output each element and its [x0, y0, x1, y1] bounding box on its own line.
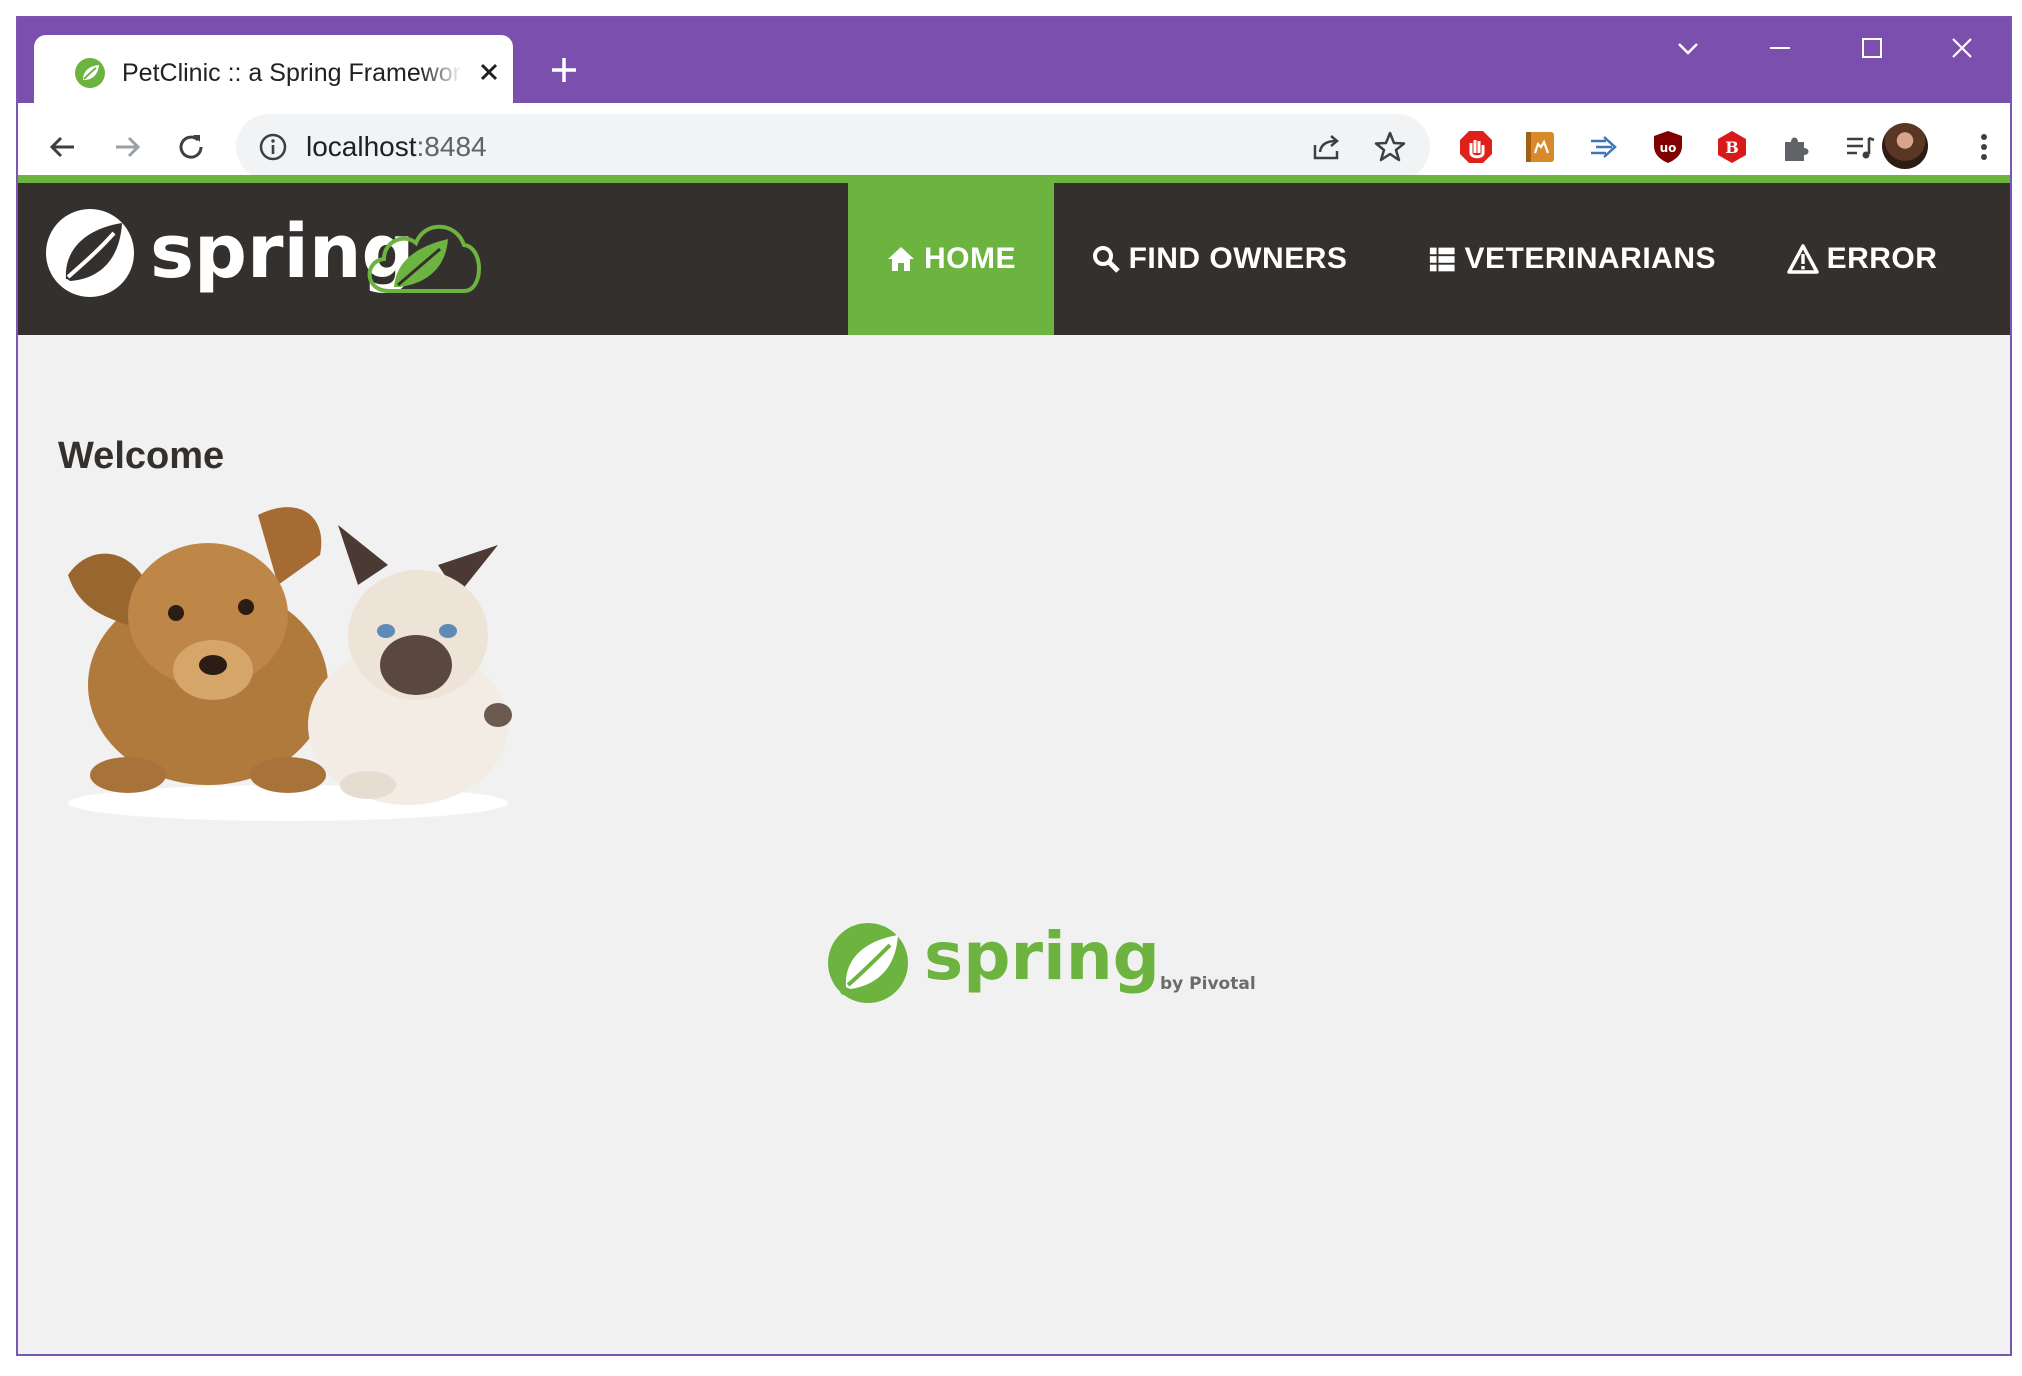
tab-strip: PetClinic :: a Spring Framework demonstr…: [18, 18, 2010, 103]
tab-search-icon[interactable]: [1658, 34, 1718, 78]
spring-favicon-icon: [75, 58, 105, 88]
forward-arrow-icon[interactable]: [106, 126, 148, 168]
url-text[interactable]: localhost:8484: [306, 128, 487, 166]
search-icon: [1092, 246, 1120, 273]
puzzle-extensions-icon[interactable]: [1774, 125, 1818, 169]
send-arrow-extension-icon[interactable]: [1582, 125, 1626, 169]
media-queue-icon[interactable]: [1838, 125, 1882, 169]
brand-text: spring: [150, 209, 415, 295]
close-tab-icon[interactable]: [474, 57, 504, 87]
home-icon: [888, 247, 914, 271]
page-title: Welcome: [58, 435, 225, 477]
footer-byline: by Pivotal.: [1160, 974, 1256, 994]
footer-brand-text: spring: [924, 918, 1160, 995]
bookmark-star-icon[interactable]: [1370, 127, 1410, 167]
nav-veterinarians-label: VETERINARIANS: [1464, 242, 1716, 275]
url-port: :8484: [416, 131, 487, 162]
more-menu-icon[interactable]: [1962, 125, 2006, 169]
ublock-origin-icon[interactable]: uo: [1646, 125, 1690, 169]
page-content: Welcome spring by Pivotal.: [18, 335, 2010, 1354]
warning-icon: [1786, 244, 1819, 274]
nav-find-owners-label: FIND OWNERS: [1128, 242, 1348, 275]
spring-by-pivotal-logo: spring by Pivotal.: [828, 918, 1256, 1003]
svg-text:uo: uo: [1660, 141, 1677, 155]
new-tab-icon[interactable]: [544, 50, 584, 90]
maximize-icon[interactable]: [1842, 34, 1902, 78]
camelcamelcamel-extension-icon[interactable]: [1518, 125, 1562, 169]
adblock-extension-icon[interactable]: [1454, 125, 1498, 169]
nav-error[interactable]: ERROR: [1782, 183, 1942, 335]
tab-title: PetClinic :: a Spring Framework demonstr…: [122, 59, 462, 87]
browser-window: PetClinic :: a Spring Framework demonstr…: [16, 16, 2012, 1356]
close-window-icon[interactable]: [1932, 34, 1992, 78]
back-arrow-icon[interactable]: [42, 126, 84, 168]
share-icon[interactable]: [1306, 127, 1346, 167]
nav-veterinarians[interactable]: VETERINARIANS: [1428, 183, 1716, 335]
nav-find-owners[interactable]: FIND OWNERS: [1088, 183, 1350, 335]
svg-text:B: B: [1725, 138, 1739, 157]
pets-image: [68, 507, 512, 821]
profile-avatar[interactable]: [1882, 123, 1928, 169]
nav-home-label: HOME: [924, 242, 1016, 275]
minimize-icon[interactable]: [1750, 34, 1810, 78]
site-accent-bar: [18, 175, 2010, 183]
browser-tab[interactable]: PetClinic :: a Spring Framework demonstr…: [34, 35, 513, 103]
nav-home[interactable]: HOME: [848, 183, 1054, 335]
nav-error-label: ERROR: [1826, 242, 1938, 275]
spring-logo[interactable]: spring: [44, 203, 514, 313]
site-navbar: spring HOME FIND OWNERS VETERINARIANS ER…: [18, 183, 2010, 335]
bitwarden-b-extension-icon[interactable]: B: [1710, 125, 1754, 169]
reload-icon[interactable]: [170, 126, 212, 168]
url-host: localhost: [306, 131, 417, 162]
site-info-icon[interactable]: [254, 128, 292, 166]
list-icon: [1429, 247, 1455, 272]
address-bar[interactable]: localhost:8484: [236, 114, 1430, 180]
